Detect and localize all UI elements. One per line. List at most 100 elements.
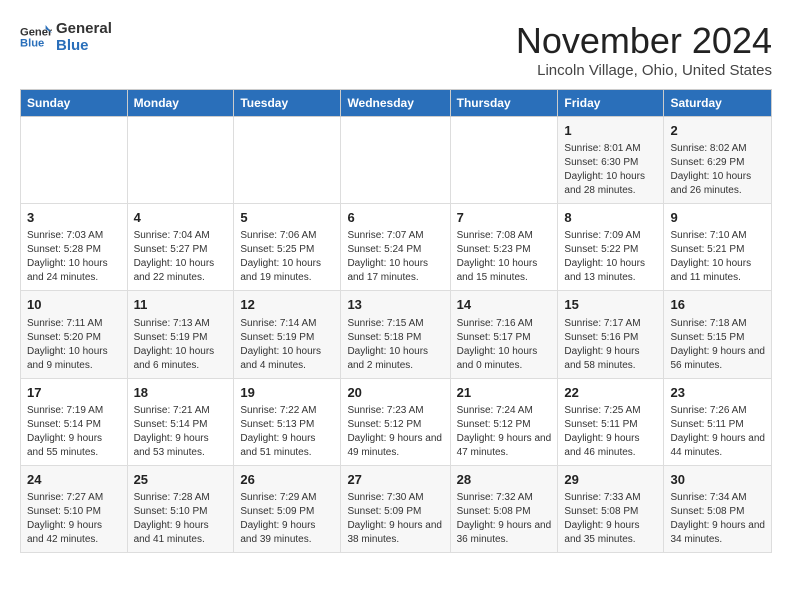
day-info: Sunrise: 7:19 AM Sunset: 5:14 PM Dayligh… [27, 404, 121, 460]
calendar-day: 26 Sunrise: 7:29 AM Sunset: 5:09 PM Dayli… [234, 465, 341, 552]
day-number: 15 [564, 296, 657, 314]
calendar-day: 29 Sunrise: 7:33 AM Sunset: 5:08 PM Dayli… [558, 465, 664, 552]
weekday-header-tuesday: Tuesday [234, 90, 341, 117]
calendar-day: 12Sunrise: 7:14 AM Sunset: 5:19 PM Dayli… [234, 291, 341, 378]
day-number: 2 [670, 122, 765, 140]
calendar-day: 11 Sunrise: 7:13 AM Sunset: 5:19 PM Dayli… [127, 291, 234, 378]
day-info: Sunrise: 7:23 AM Sunset: 5:12 PM Dayligh… [347, 404, 443, 460]
calendar-day: 8Sunrise: 7:09 AM Sunset: 5:22 PM Daylig… [558, 204, 664, 291]
calendar-day: 3 Sunrise: 7:03 AM Sunset: 5:28 PM Daylig… [21, 204, 128, 291]
day-number: 23 [670, 384, 765, 402]
day-number: 12 [240, 296, 334, 314]
day-number: 25 [134, 471, 228, 489]
calendar-week-2: 3 Sunrise: 7:03 AM Sunset: 5:28 PM Daylig… [21, 204, 772, 291]
title-block: November 2024 Lincoln Village, Ohio, Uni… [516, 20, 772, 79]
calendar-body: 1 Sunrise: 8:01 AM Sunset: 6:30 PM Daylig… [21, 117, 772, 553]
page-header: General Blue General Blue November 2024 … [20, 20, 772, 79]
calendar-day: 18 Sunrise: 7:21 AM Sunset: 5:14 PM Dayli… [127, 378, 234, 465]
weekday-header-friday: Friday [558, 90, 664, 117]
day-info: Sunrise: 7:33 AM Sunset: 5:08 PM Dayligh… [564, 491, 657, 547]
calendar-day: 6 Sunrise: 7:07 AM Sunset: 5:24 PM Daylig… [341, 204, 450, 291]
day-number: 4 [134, 209, 228, 227]
weekday-header-monday: Monday [127, 90, 234, 117]
day-number: 13 [347, 296, 443, 314]
day-info: Sunrise: 7:22 AM Sunset: 5:13 PM Dayligh… [240, 404, 334, 460]
day-number: 6 [347, 209, 443, 227]
day-info: Sunrise: 7:26 AM Sunset: 5:11 PM Dayligh… [670, 404, 765, 460]
calendar-day: 27 Sunrise: 7:30 AM Sunset: 5:09 PM Dayli… [341, 465, 450, 552]
calendar-day [234, 117, 341, 204]
calendar-day [341, 117, 450, 204]
calendar-day [127, 117, 234, 204]
calendar-day: 14Sunrise: 7:16 AM Sunset: 5:17 PM Dayli… [450, 291, 558, 378]
calendar-day: 24 Sunrise: 7:27 AM Sunset: 5:10 PM Dayli… [21, 465, 128, 552]
calendar-week-5: 24 Sunrise: 7:27 AM Sunset: 5:10 PM Dayli… [21, 465, 772, 552]
calendar-day: 9Sunrise: 7:10 AM Sunset: 5:21 PM Daylig… [664, 204, 772, 291]
day-info: Sunrise: 7:29 AM Sunset: 5:09 PM Dayligh… [240, 491, 334, 547]
day-info: Sunrise: 7:15 AM Sunset: 5:18 PM Dayligh… [347, 317, 443, 373]
day-number: 28 [457, 471, 552, 489]
day-number: 16 [670, 296, 765, 314]
day-info: Sunrise: 7:13 AM Sunset: 5:19 PM Dayligh… [134, 317, 228, 373]
day-number: 10 [27, 296, 121, 314]
day-info: Sunrise: 7:30 AM Sunset: 5:09 PM Dayligh… [347, 491, 443, 547]
calendar-day: 4 Sunrise: 7:04 AM Sunset: 5:27 PM Daylig… [127, 204, 234, 291]
day-info: Sunrise: 7:03 AM Sunset: 5:28 PM Dayligh… [27, 229, 121, 285]
calendar-day: 25Sunrise: 7:28 AM Sunset: 5:10 PM Dayli… [127, 465, 234, 552]
day-info: Sunrise: 7:25 AM Sunset: 5:11 PM Dayligh… [564, 404, 657, 460]
calendar-day: 23 Sunrise: 7:26 AM Sunset: 5:11 PM Dayli… [664, 378, 772, 465]
day-number: 5 [240, 209, 334, 227]
day-number: 18 [134, 384, 228, 402]
logo: General Blue General Blue [20, 20, 112, 54]
weekday-row: SundayMondayTuesdayWednesdayThursdayFrid… [21, 90, 772, 117]
day-info: Sunrise: 7:27 AM Sunset: 5:10 PM Dayligh… [27, 491, 121, 547]
calendar-day: 10 Sunrise: 7:11 AM Sunset: 5:20 PM Dayli… [21, 291, 128, 378]
day-info: Sunrise: 7:04 AM Sunset: 5:27 PM Dayligh… [134, 229, 228, 285]
calendar-week-4: 17Sunrise: 7:19 AM Sunset: 5:14 PM Dayli… [21, 378, 772, 465]
calendar-day: 30Sunrise: 7:34 AM Sunset: 5:08 PM Dayli… [664, 465, 772, 552]
svg-text:Blue: Blue [20, 38, 44, 50]
day-info: Sunrise: 7:17 AM Sunset: 5:16 PM Dayligh… [564, 317, 657, 373]
calendar-week-3: 10 Sunrise: 7:11 AM Sunset: 5:20 PM Dayli… [21, 291, 772, 378]
day-info: Sunrise: 7:07 AM Sunset: 5:24 PM Dayligh… [347, 229, 443, 285]
day-info: Sunrise: 7:32 AM Sunset: 5:08 PM Dayligh… [457, 491, 552, 547]
calendar-day: 20 Sunrise: 7:23 AM Sunset: 5:12 PM Dayli… [341, 378, 450, 465]
day-number: 24 [27, 471, 121, 489]
logo-icon: General Blue [20, 21, 52, 53]
day-number: 27 [347, 471, 443, 489]
day-number: 11 [134, 296, 228, 314]
calendar-day: 13 Sunrise: 7:15 AM Sunset: 5:18 PM Dayli… [341, 291, 450, 378]
day-info: Sunrise: 7:11 AM Sunset: 5:20 PM Dayligh… [27, 317, 121, 373]
weekday-header-sunday: Sunday [21, 90, 128, 117]
month-title: November 2024 [516, 20, 772, 62]
day-number: 19 [240, 384, 334, 402]
calendar-header: SundayMondayTuesdayWednesdayThursdayFrid… [21, 90, 772, 117]
day-number: 29 [564, 471, 657, 489]
calendar-day: 22Sunrise: 7:25 AM Sunset: 5:11 PM Dayli… [558, 378, 664, 465]
day-info: Sunrise: 8:02 AM Sunset: 6:29 PM Dayligh… [670, 142, 765, 198]
weekday-header-saturday: Saturday [664, 90, 772, 117]
day-number: 14 [457, 296, 552, 314]
calendar-day: 15 Sunrise: 7:17 AM Sunset: 5:16 PM Dayli… [558, 291, 664, 378]
calendar-day: 2 Sunrise: 8:02 AM Sunset: 6:29 PM Daylig… [664, 117, 772, 204]
day-number: 21 [457, 384, 552, 402]
day-number: 3 [27, 209, 121, 227]
day-info: Sunrise: 7:08 AM Sunset: 5:23 PM Dayligh… [457, 229, 552, 285]
day-number: 20 [347, 384, 443, 402]
day-info: Sunrise: 7:24 AM Sunset: 5:12 PM Dayligh… [457, 404, 552, 460]
day-number: 26 [240, 471, 334, 489]
day-info: Sunrise: 8:01 AM Sunset: 6:30 PM Dayligh… [564, 142, 657, 198]
calendar-day: 21 Sunrise: 7:24 AM Sunset: 5:12 PM Dayli… [450, 378, 558, 465]
calendar-week-1: 1 Sunrise: 8:01 AM Sunset: 6:30 PM Daylig… [21, 117, 772, 204]
day-info: Sunrise: 7:10 AM Sunset: 5:21 PM Dayligh… [670, 229, 765, 285]
logo-general-text: General [56, 20, 112, 37]
calendar-day: 7 Sunrise: 7:08 AM Sunset: 5:23 PM Daylig… [450, 204, 558, 291]
day-info: Sunrise: 7:21 AM Sunset: 5:14 PM Dayligh… [134, 404, 228, 460]
day-number: 7 [457, 209, 552, 227]
day-info: Sunrise: 7:18 AM Sunset: 5:15 PM Dayligh… [670, 317, 765, 373]
day-number: 30 [670, 471, 765, 489]
day-number: 1 [564, 122, 657, 140]
calendar-day: 28 Sunrise: 7:32 AM Sunset: 5:08 PM Dayli… [450, 465, 558, 552]
calendar-day [21, 117, 128, 204]
logo-blue-text: Blue [56, 37, 112, 54]
